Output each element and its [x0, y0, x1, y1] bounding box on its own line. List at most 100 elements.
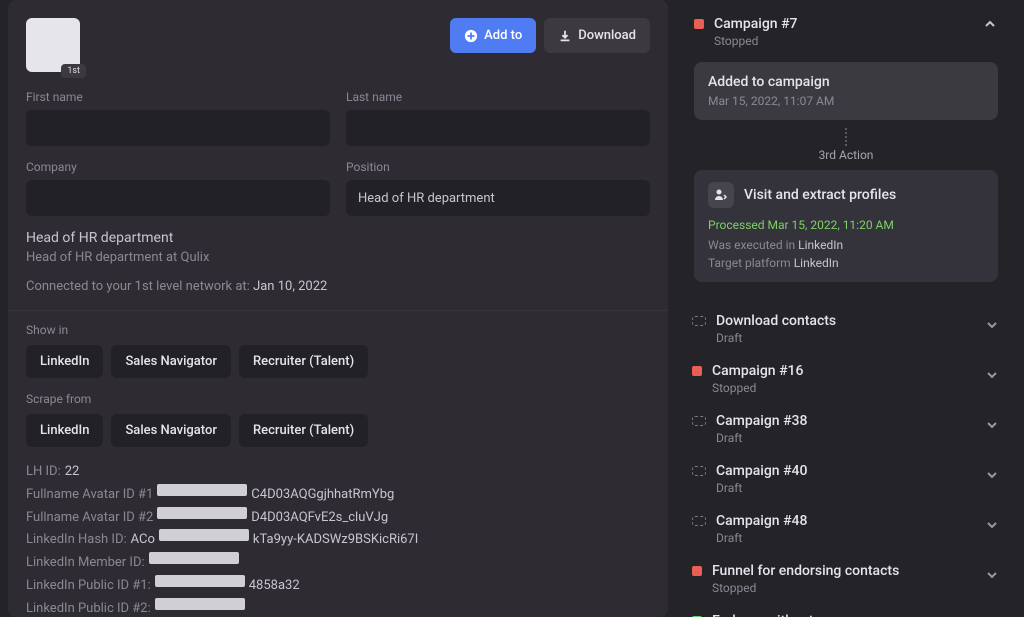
campaign-item[interactable]: Campaign #40 Draft — [680, 454, 1012, 504]
action-label: 3rd Action — [688, 148, 1004, 162]
status-dot-draft — [692, 516, 706, 526]
executed-in: Was executed in LinkedIn — [708, 238, 984, 252]
add-icon — [464, 29, 478, 43]
download-label: Download — [578, 28, 636, 43]
position-input[interactable] — [346, 180, 650, 216]
first-name-label: First name — [26, 90, 330, 104]
hash-id-suffix: kTa9yy-KADSWz9BSKicRi67I — [253, 529, 418, 552]
active-campaign-header[interactable]: Campaign #7 Stopped — [688, 10, 1004, 58]
member-id-label: LinkedIn Member ID: — [26, 552, 145, 575]
company-input[interactable] — [26, 180, 330, 216]
company-label: Company — [26, 160, 330, 174]
chevron-down-icon[interactable] — [984, 467, 1000, 483]
campaign-title: Campaign #40 — [716, 463, 974, 479]
show-in-chips: LinkedIn Sales Navigator Recruiter (Tale… — [26, 345, 650, 378]
divider — [8, 310, 668, 311]
campaign-state: Stopped — [714, 34, 797, 48]
position-label: Position — [346, 160, 650, 174]
position-field-wrap: Position — [346, 160, 650, 216]
avatar-id-1-value: C4D03AQGgjhhatRmYbg — [251, 484, 394, 507]
scrape-from-chips: LinkedIn Sales Navigator Recruiter (Tale… — [26, 414, 650, 447]
status-dot-draft — [692, 416, 706, 426]
scrape-from-label: Scrape from — [26, 392, 650, 406]
header-actions: Add to Download — [450, 18, 650, 53]
campaign-state: Draft — [716, 331, 974, 345]
campaign-state: Draft — [716, 531, 974, 545]
visit-profiles-icon — [708, 182, 734, 208]
public-id-2-label: LinkedIn Public ID #2: — [26, 598, 151, 617]
campaign-item[interactable]: Funnel for endorsing contactsStopped — [680, 554, 1012, 604]
campaign-state: Draft — [716, 431, 974, 445]
download-button[interactable]: Download — [544, 18, 650, 53]
action-head: Visit and extract profiles — [708, 182, 984, 208]
campaign-info: Campaign #16Stopped — [712, 363, 974, 395]
add-to-label: Add to — [484, 28, 522, 43]
scrape-from-linkedin[interactable]: LinkedIn — [26, 414, 103, 447]
last-name-field-wrap: Last name — [346, 90, 650, 146]
add-to-button[interactable]: Add to — [450, 18, 536, 53]
chevron-down-icon[interactable] — [984, 417, 1000, 433]
campaign-item[interactable]: Campaign #38 Draft — [680, 404, 1012, 454]
hash-id-prefix: ACo — [131, 529, 155, 552]
company-position-row: Company Position — [26, 160, 650, 216]
event-time: Mar 15, 2022, 11:07 AM — [708, 94, 984, 108]
status-dot-stopped — [694, 19, 704, 29]
first-name-input[interactable] — [26, 110, 330, 146]
redacted — [155, 598, 245, 610]
redacted — [157, 507, 247, 519]
campaign-info: Campaign #48 Draft — [716, 513, 974, 545]
redacted — [159, 529, 249, 541]
profile-subheadline: Head of HR department at Qulix — [26, 250, 650, 265]
campaign-info: Download contactsDraft — [716, 313, 974, 345]
active-campaign: Campaign #7 Stopped Added to campaign Ma… — [680, 0, 1012, 300]
avatar[interactable]: 1st — [26, 18, 80, 72]
chevron-down-icon[interactable] — [984, 567, 1000, 583]
campaign-title: Campaign #48 — [716, 513, 974, 529]
campaign-item[interactable]: Campaign #16Stopped — [680, 354, 1012, 404]
campaign-title: Campaign #38 — [716, 413, 974, 429]
campaign-state: Stopped — [712, 581, 974, 595]
last-name-input[interactable] — [346, 110, 650, 146]
campaign-info: Campaign #38 Draft — [716, 413, 974, 445]
status-dot-draft — [692, 316, 706, 326]
timeline-connector — [845, 128, 847, 146]
show-in-sales-navigator[interactable]: Sales Navigator — [111, 345, 231, 378]
chevron-up-icon[interactable] — [982, 16, 998, 32]
profile-header: 1st Add to Download — [26, 18, 650, 72]
scrape-from-sales-navigator[interactable]: Sales Navigator — [111, 414, 231, 447]
lh-id-value: 22 — [65, 461, 80, 484]
id-list: LH ID: 22 Fullname Avatar ID #1C4D03AQGg… — [26, 461, 650, 617]
timeline-event: Added to campaign Mar 15, 2022, 11:07 AM — [694, 62, 998, 120]
connection-badge: 1st — [61, 64, 86, 78]
campaign-item[interactable]: Download contactsDraft — [680, 304, 1012, 354]
campaign-list: Download contactsDraft Campaign #16Stoppe… — [680, 304, 1012, 617]
campaign-info: Funnel for endorsing contactsStopped — [712, 563, 974, 595]
show-in-linkedin[interactable]: LinkedIn — [26, 345, 103, 378]
chevron-down-icon[interactable] — [984, 517, 1000, 533]
connected-date: Jan 10, 2022 — [253, 279, 327, 294]
campaign-info: Endorse without messageCompleted — [712, 613, 974, 617]
target-platform: Target platform LinkedIn — [708, 256, 984, 270]
company-field-wrap: Company — [26, 160, 330, 216]
show-in-label: Show in — [26, 323, 650, 337]
show-in-recruiter[interactable]: Recruiter (Talent) — [239, 345, 368, 378]
profile-headline: Head of HR department — [26, 230, 650, 246]
public-id-1-label: LinkedIn Public ID #1: — [26, 575, 151, 598]
status-dot-draft — [692, 466, 706, 476]
active-campaign-info: Campaign #7 Stopped — [714, 16, 797, 48]
avatar-id-2-value: D4D03AQFvE2s_cluVJg — [251, 507, 388, 530]
redacted — [155, 575, 245, 587]
scrape-from-recruiter[interactable]: Recruiter (Talent) — [239, 414, 368, 447]
campaign-state: Draft — [716, 481, 974, 495]
chevron-down-icon[interactable] — [984, 367, 1000, 383]
status-dot-stopped — [692, 366, 702, 376]
chevron-down-icon[interactable] — [984, 317, 1000, 333]
campaign-item[interactable]: Endorse without messageCompleted — [680, 604, 1012, 617]
hash-id-label: LinkedIn Hash ID: — [26, 529, 127, 552]
campaign-item[interactable]: Campaign #48 Draft — [680, 504, 1012, 554]
connected-label: Connected to your 1st level network at: — [26, 279, 253, 294]
action-title: Visit and extract profiles — [744, 187, 896, 203]
last-name-label: Last name — [346, 90, 650, 104]
redacted — [149, 552, 239, 564]
executed-platform: LinkedIn — [798, 238, 843, 252]
